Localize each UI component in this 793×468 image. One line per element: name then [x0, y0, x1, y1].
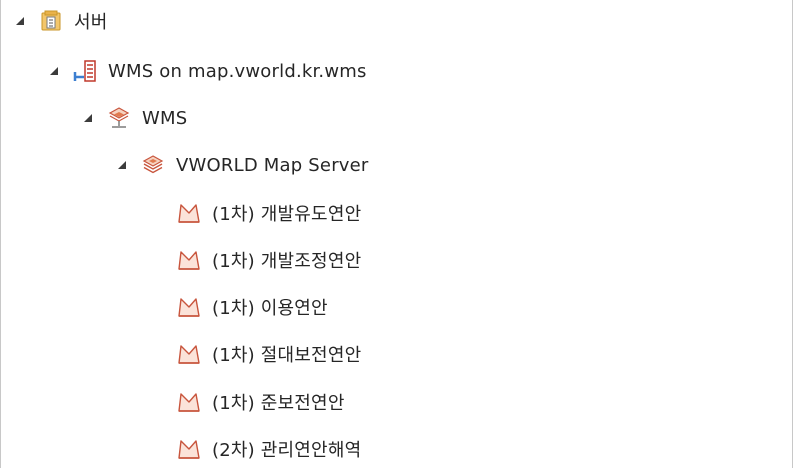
- layer-item[interactable]: (1차) 개발조정연안: [1, 245, 792, 275]
- polygon-layer-icon: [178, 298, 200, 317]
- tree-node-wms-service[interactable]: WMS: [1, 103, 792, 133]
- layer-label: (1차) 준보전연안: [212, 393, 345, 414]
- layer-label: (1차) 개발유도연안: [212, 204, 362, 225]
- layer-item[interactable]: (1차) 절대보전연안: [1, 339, 792, 369]
- tree-node-label: 서버: [74, 12, 108, 33]
- tree-node-server[interactable]: 서버: [1, 6, 792, 36]
- server-folder-icon: [41, 10, 61, 31]
- catalog-tree-panel: 서버 WMS on map.vworld.kr.wms WMS VWORLD M…: [0, 0, 793, 468]
- wms-connection-icon: [73, 60, 96, 82]
- polygon-layer-icon: [178, 440, 200, 459]
- expanded-triangle-icon[interactable]: [15, 16, 25, 26]
- polygon-layer-icon: [178, 204, 200, 223]
- layer-label: (1차) 이용연안: [212, 298, 328, 319]
- expanded-triangle-icon[interactable]: [117, 160, 127, 170]
- expanded-triangle-icon[interactable]: [83, 113, 93, 123]
- polygon-layer-icon: [178, 393, 200, 412]
- tree-node-label: WMS on map.vworld.kr.wms: [108, 60, 367, 82]
- layer-label: (1차) 개발조정연안: [212, 251, 362, 272]
- layer-item[interactable]: (1차) 이용연안: [1, 292, 792, 322]
- layer-group-icon: [142, 155, 164, 174]
- layer-item[interactable]: (2차) 관리연안해역: [1, 434, 792, 464]
- layer-label: (1차) 절대보전연안: [212, 345, 362, 366]
- tree-node-wms-connection[interactable]: WMS on map.vworld.kr.wms: [1, 56, 792, 86]
- layer-item[interactable]: (1차) 개발유도연안: [1, 198, 792, 228]
- tree-node-label: WMS: [142, 107, 188, 129]
- map-service-icon: [108, 107, 130, 128]
- expanded-triangle-icon[interactable]: [49, 66, 59, 76]
- polygon-layer-icon: [178, 345, 200, 364]
- tree-node-map-server[interactable]: VWORLD Map Server: [1, 150, 792, 180]
- layer-label: (2차) 관리연안해역: [212, 440, 362, 461]
- polygon-layer-icon: [178, 251, 200, 270]
- layer-item[interactable]: (1차) 준보전연안: [1, 387, 792, 417]
- tree-node-label: VWORLD Map Server: [176, 154, 369, 176]
